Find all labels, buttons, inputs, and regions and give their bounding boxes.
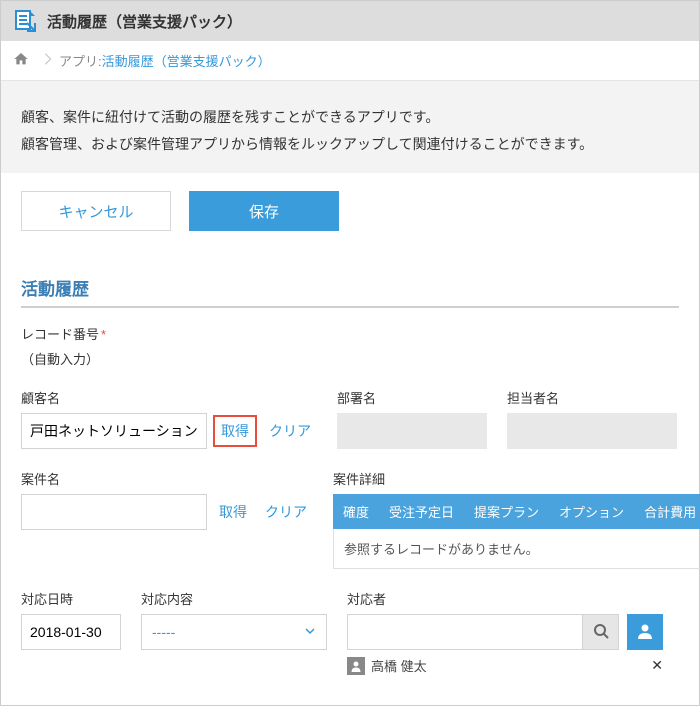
customer-clear-button[interactable]: クリア bbox=[263, 417, 317, 445]
detail-col-2: 受注予定日 bbox=[379, 494, 464, 529]
chevron-down-icon bbox=[304, 624, 316, 640]
description-line1: 顧客、案件に紐付けて活動の履歴を残すことができるアプリです。 bbox=[21, 105, 679, 130]
responder-org-button[interactable] bbox=[627, 614, 663, 650]
document-icon bbox=[13, 9, 37, 33]
dept-label: 部署名 bbox=[337, 388, 487, 407]
header-bar: 活動履歴（営業支援パック） bbox=[1, 1, 699, 41]
description-line2: 顧客管理、および案件管理アプリから情報をルックアップして関連付けることができます… bbox=[21, 132, 679, 157]
cancel-button[interactable]: キャンセル bbox=[21, 191, 171, 231]
detail-table-header: 確度 受注予定日 提案プラン オプション 合計費用 bbox=[333, 494, 700, 529]
response-date-label: 対応日時 bbox=[21, 589, 121, 608]
record-number-label: レコード番号* bbox=[21, 324, 679, 343]
dept-field bbox=[337, 413, 487, 449]
detail-col-4: オプション bbox=[549, 494, 634, 529]
customer-label: 顧客名 bbox=[21, 388, 317, 407]
breadcrumb-app-prefix: アプリ: bbox=[59, 51, 102, 70]
person-icon bbox=[636, 622, 654, 643]
close-icon: ✕ bbox=[651, 657, 663, 673]
responder-label: 対応者 bbox=[347, 589, 679, 608]
detail-col-1: 確度 bbox=[333, 494, 379, 529]
deal-input[interactable] bbox=[21, 494, 207, 530]
detail-col-3: 提案プラン bbox=[464, 494, 549, 529]
search-icon bbox=[593, 623, 609, 642]
deal-clear-button[interactable]: クリア bbox=[259, 498, 313, 526]
responder-search-button[interactable] bbox=[583, 614, 619, 650]
responder-chip-name: 高橋 健太 bbox=[371, 656, 427, 675]
responder-chip-remove[interactable]: ✕ bbox=[651, 657, 663, 674]
home-icon[interactable] bbox=[13, 51, 37, 70]
avatar-icon bbox=[347, 657, 365, 675]
response-date-input[interactable] bbox=[21, 614, 121, 650]
response-content-value: ----- bbox=[152, 624, 175, 640]
response-content-dropdown[interactable]: ----- bbox=[141, 614, 327, 650]
description-box: 顧客、案件に紐付けて活動の履歴を残すことができるアプリです。 顧客管理、および案… bbox=[1, 81, 699, 173]
response-content-label: 対応内容 bbox=[141, 589, 327, 608]
detail-table-empty: 参照するレコードがありません。 bbox=[333, 529, 700, 569]
responder-chip: 高橋 健太 bbox=[347, 656, 427, 675]
customer-input[interactable] bbox=[21, 413, 207, 449]
deal-label: 案件名 bbox=[21, 469, 313, 488]
chevron-right-icon bbox=[37, 52, 59, 69]
section-title: 活動履歴 bbox=[21, 275, 679, 308]
contact-label: 担当者名 bbox=[507, 388, 677, 407]
breadcrumb-app-link[interactable]: 活動履歴（営業支援パック） bbox=[102, 51, 271, 70]
contact-field bbox=[507, 413, 677, 449]
save-button[interactable]: 保存 bbox=[189, 191, 339, 231]
responder-input[interactable] bbox=[347, 614, 583, 650]
detail-label: 案件詳細 bbox=[333, 469, 700, 488]
record-number-auto: （自動入力） bbox=[21, 349, 679, 368]
customer-lookup-button[interactable]: 取得 bbox=[213, 415, 257, 447]
deal-lookup-button[interactable]: 取得 bbox=[213, 498, 253, 526]
breadcrumb: アプリ: 活動履歴（営業支援パック） bbox=[1, 41, 699, 81]
detail-col-5: 合計費用 bbox=[634, 494, 700, 529]
header-title: 活動履歴（営業支援パック） bbox=[47, 11, 242, 32]
